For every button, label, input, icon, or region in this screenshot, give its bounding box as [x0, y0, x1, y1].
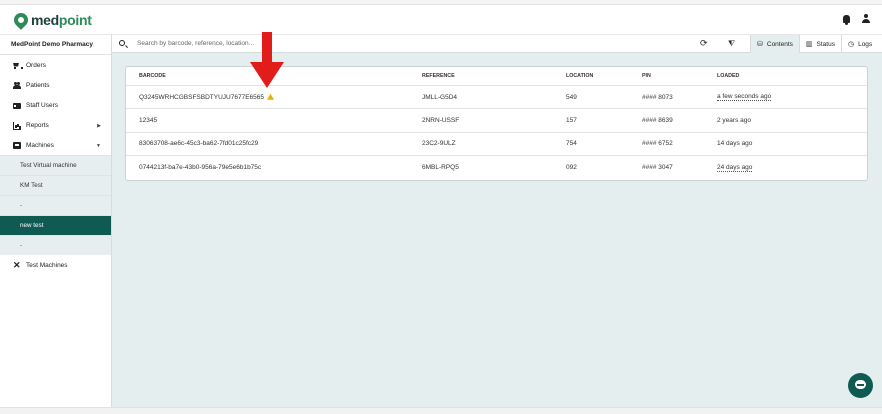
search-bar: ⟳ ⧨ ⛁Contents▥Status◷Logs — [112, 35, 882, 53]
sidebar-item-test-machines[interactable]: Test Machines — [0, 255, 111, 275]
table-row[interactable]: Q3245WRHCGBSFSBDTYUJU7677E6565 JMLL-G5D4 5… — [126, 86, 867, 110]
search-icon — [119, 40, 125, 46]
barcode-value: 0744213f-ba7e-43b0-956a-79e5e6b1b75c — [139, 164, 262, 172]
tab-label: Status — [816, 40, 835, 48]
filter-off-icon[interactable]: ⧨ — [728, 39, 735, 48]
chevron-down-icon[interactable]: ▼ — [96, 143, 101, 149]
loaded-cell: 2 years ago — [717, 117, 751, 125]
cart-icon — [13, 62, 23, 69]
tab-bar: ⛁ Contents ▥ Status ◷ Logs — [750, 35, 878, 53]
pin-cell: #### 8639 — [642, 117, 673, 125]
reference-cell: JMLL-G5D4 — [422, 93, 458, 101]
tab-label: Logs — [858, 40, 873, 48]
sidebar-machine-item[interactable]: - — [0, 195, 111, 215]
column-header-loaded[interactable]: LOADED — [717, 73, 739, 79]
sidebar-item-orders[interactable]: Orders — [0, 55, 111, 75]
logo-pin-icon — [11, 9, 31, 30]
column-header-pin[interactable]: PIN — [642, 73, 651, 79]
location-cell: 549 — [566, 93, 577, 101]
pin-cell: #### 3047 — [642, 164, 673, 172]
machine-icon — [13, 141, 21, 149]
search-input[interactable] — [137, 37, 677, 50]
sidebar-item-label: Patients — [26, 81, 50, 89]
sidebar-item-staff-users[interactable]: Staff Users — [0, 95, 111, 115]
location-cell: 754 — [566, 140, 577, 148]
sidebar-item-label: Staff Users — [26, 101, 59, 109]
tools-icon — [13, 260, 21, 271]
tab-contents[interactable]: ⛁ Contents — [750, 35, 799, 53]
chart-icon — [13, 121, 21, 130]
app-header: medpoint — [0, 5, 882, 35]
barcode-cell: 12345 — [139, 117, 157, 124]
sidebar-item-label: Machines — [26, 141, 54, 149]
reference-cell: 6MBL-RPQ5 — [422, 164, 459, 172]
notification-bell-icon[interactable] — [843, 14, 850, 25]
users-icon — [13, 81, 21, 89]
sidebar-machine-item[interactable]: Test Virtual machine — [0, 155, 111, 175]
sidebar: MedPoint Demo Pharmacy Orders Patients Sta… — [0, 35, 112, 407]
loaded-cell: 14 days ago — [717, 140, 753, 148]
reference-cell: 23C2-9ULZ — [422, 140, 456, 148]
location-cell: 092 — [566, 164, 577, 172]
barcode-cell: 0744213f-ba7e-43b0-956a-79e5e6b1b75c — [139, 164, 261, 171]
pharmacy-name: MedPoint Demo Pharmacy — [0, 35, 111, 55]
contents-table: BARCODE REFERENCE LOCATION PIN LOADED Q3… — [125, 66, 868, 181]
table-row[interactable]: 12345 2NRN-USSF 157 #### 8639 2 years ago — [126, 109, 867, 133]
pin-cell: #### 8073 — [642, 93, 673, 101]
medpoint-logo[interactable]: medpoint — [11, 9, 92, 31]
cylinder-icon: ⛁ — [757, 41, 763, 48]
sidebar-item-label: Test Machines — [26, 261, 68, 269]
column-header-location[interactable]: LOCATION — [566, 73, 593, 79]
tab-status[interactable]: ▥ Status — [798, 35, 841, 53]
table-row[interactable]: 0744213f-ba7e-43b0-956a-79e5e6b1b75c 6MBL… — [126, 156, 867, 179]
reference-cell: 2NRN-USSF — [422, 117, 460, 125]
location-cell: 157 — [566, 117, 577, 125]
chat-button[interactable] — [848, 373, 873, 398]
barcode-value: 12345 — [139, 117, 158, 125]
sidebar-machine-item[interactable]: - — [0, 235, 111, 255]
tab-label: Contents — [766, 40, 793, 48]
barcode-value: 83063708-ae6c-45c3-ba62-7fd01c25fc29 — [139, 140, 259, 148]
warning-icon — [267, 93, 274, 100]
loaded-cell: a few seconds ago — [717, 93, 772, 102]
loaded-cell: 24 days ago — [717, 163, 753, 172]
sidebar-item-label: Orders — [26, 61, 46, 69]
table-header: BARCODE REFERENCE LOCATION PIN LOADED — [126, 67, 867, 86]
clock-icon: ◷ — [847, 41, 855, 48]
column-header-barcode[interactable]: BARCODE — [139, 73, 166, 79]
red-annotation-arrow-icon — [250, 32, 284, 88]
main-content: ⟳ ⧨ ⛁Contents▥Status◷Logs BARCODE REFERE… — [112, 35, 882, 407]
sidebar-item-patients[interactable]: Patients — [0, 75, 111, 95]
sidebar-item-reports[interactable]: Reports ▶ — [0, 115, 111, 135]
user-account-icon[interactable] — [862, 14, 870, 23]
sidebar-item-label: Reports — [26, 121, 49, 129]
chevron-right-icon[interactable]: ▶ — [97, 123, 101, 129]
refresh-icon[interactable]: ⟳ — [700, 39, 708, 48]
barcode-value: Q3245WRHCGBSFSBDTYUJU7677E6565 — [139, 93, 264, 101]
status-chart-icon: ▥ — [805, 41, 813, 48]
sidebar-item-machines[interactable]: Machines ▼ — [0, 135, 111, 155]
column-header-reference[interactable]: REFERENCE — [422, 73, 455, 79]
barcode-cell: 83063708-ae6c-45c3-ba62-7fd01c25fc29 — [139, 140, 258, 147]
sidebar-machine-item[interactable]: new test — [0, 215, 111, 235]
id-card-icon — [13, 102, 21, 109]
tab-logs[interactable]: ◷ Logs — [840, 35, 878, 53]
pin-cell: #### 6752 — [642, 140, 673, 148]
sidebar-machine-item[interactable]: KM Test — [0, 175, 111, 195]
table-row[interactable]: 83063708-ae6c-45c3-ba62-7fd01c25fc29 23C2… — [126, 133, 867, 157]
barcode-cell: Q3245WRHCGBSFSBDTYUJU7677E6565 — [139, 93, 274, 101]
browser-bottom-bar — [0, 407, 882, 414]
